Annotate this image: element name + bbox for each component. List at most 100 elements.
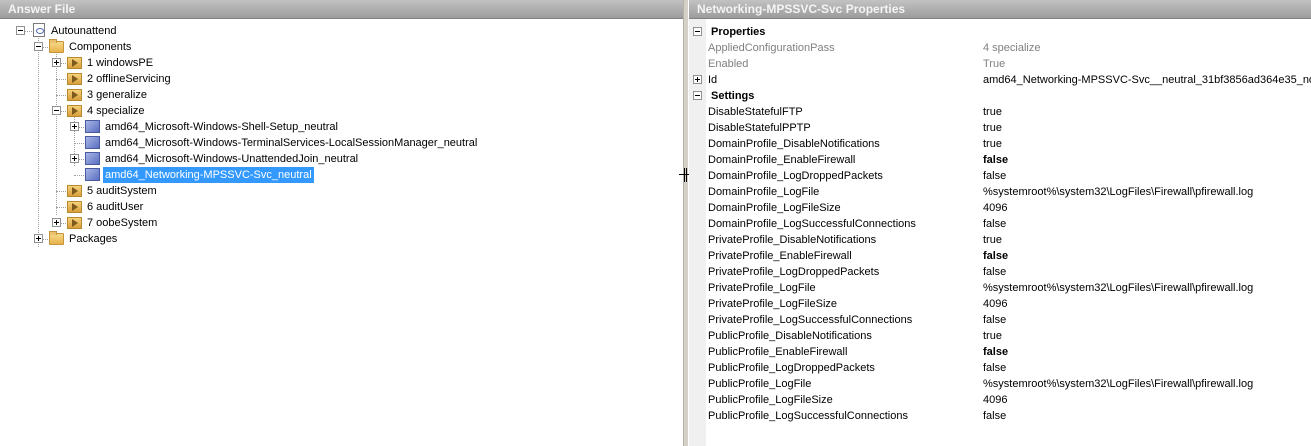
property-value[interactable]: false — [983, 264, 1311, 280]
pass-icon — [67, 89, 82, 101]
tree-node-label: 6 auditUser — [87, 201, 144, 213]
tree-node[interactable]: 4 specialize — [0, 103, 680, 119]
property-row[interactable]: PrivateProfile_LogFile %systemroot%\syste… — [689, 280, 1311, 296]
property-value[interactable]: %systemroot%\system32\LogFiles\Firewall\… — [983, 184, 1311, 200]
property-value[interactable]: 4096 — [983, 392, 1311, 408]
property-value[interactable]: false — [983, 360, 1311, 376]
collapse-icon[interactable] — [52, 106, 61, 115]
property-value[interactable]: true — [983, 328, 1311, 344]
property-value[interactable]: %systemroot%\system32\LogFiles\Firewall\… — [983, 280, 1311, 296]
property-row[interactable]: PublicProfile_EnableFirewall false — [689, 344, 1311, 360]
pass-icon — [67, 73, 82, 85]
collapse-icon[interactable] — [34, 42, 43, 51]
property-row[interactable]: Enabled True — [689, 56, 1311, 72]
property-row[interactable]: DomainProfile_EnableFirewall false — [689, 152, 1311, 168]
category-settings[interactable]: Settings — [689, 88, 1311, 104]
property-row[interactable]: DomainProfile_LogFile %systemroot%\system… — [689, 184, 1311, 200]
property-value[interactable]: false — [983, 408, 1311, 424]
property-row[interactable]: PublicProfile_LogFileSize 4096 — [689, 392, 1311, 408]
tree-node[interactable]: amd64_Microsoft-Windows-TerminalServices… — [0, 135, 680, 151]
property-value[interactable]: True — [983, 56, 1311, 72]
tree-node-label: 3 generalize — [87, 89, 147, 101]
tree-node[interactable]: amd64_Microsoft-Windows-Shell-Setup_neut… — [0, 119, 680, 135]
tree-node-label: 4 specialize — [87, 105, 145, 117]
property-row[interactable]: PublicProfile_LogDroppedPackets false — [689, 360, 1311, 376]
folder-icon — [49, 231, 64, 245]
tree-node-label: 7 oobeSystem — [87, 217, 158, 229]
property-row[interactable]: PrivateProfile_LogSuccessfulConnections f… — [689, 312, 1311, 328]
property-name: PublicProfile_LogFile — [708, 378, 812, 390]
component-icon — [85, 136, 100, 149]
expand-icon[interactable] — [693, 75, 702, 84]
tree-node-label: 5 auditSystem — [87, 185, 157, 197]
property-name: DomainProfile_LogFile — [708, 186, 820, 198]
tree-node[interactable]: 3 generalize — [0, 87, 680, 103]
property-value[interactable]: true — [983, 136, 1311, 152]
tree-node[interactable]: Autounattend — [0, 23, 680, 39]
property-name: PrivateProfile_LogFile — [708, 282, 816, 294]
property-value[interactable]: %systemroot%\system32\LogFiles\Firewall\… — [983, 376, 1311, 392]
property-value[interactable]: true — [983, 120, 1311, 136]
collapse-icon[interactable] — [693, 27, 702, 36]
property-row[interactable]: DisableStatefulFTP true — [689, 104, 1311, 120]
expand-icon[interactable] — [52, 58, 61, 67]
answer-file-tree[interactable]: Autounattend Components 1 windowsPE 2 offli… — [0, 19, 683, 446]
property-name: PrivateProfile_LogDroppedPackets — [708, 266, 880, 278]
property-row[interactable]: Id amd64_Networking-MPSSVC-Svc__neutral_3… — [689, 72, 1311, 88]
property-value[interactable]: 4096 — [983, 296, 1311, 312]
tree-node[interactable]: amd64_Microsoft-Windows-UnattendedJoin_n… — [0, 151, 680, 167]
property-value[interactable]: false — [983, 312, 1311, 328]
property-value[interactable]: false — [983, 344, 1311, 360]
property-value[interactable]: false — [983, 248, 1311, 264]
property-row[interactable]: PrivateProfile_LogDroppedPackets false — [689, 264, 1311, 280]
tree-node-label: Autounattend — [51, 25, 117, 37]
property-row[interactable]: DisableStatefulPPTP true — [689, 120, 1311, 136]
property-row[interactable]: AppliedConfigurationPass 4 specialize — [689, 40, 1311, 56]
property-row[interactable]: PrivateProfile_LogFileSize 4096 — [689, 296, 1311, 312]
component-icon — [85, 120, 100, 133]
expand-icon[interactable] — [52, 218, 61, 227]
property-value[interactable]: true — [983, 232, 1311, 248]
property-row[interactable]: DomainProfile_LogSuccessfulConnections fa… — [689, 216, 1311, 232]
property-value[interactable]: true — [983, 104, 1311, 120]
category-properties[interactable]: Properties — [689, 24, 1311, 40]
tree-node[interactable]: Packages — [0, 231, 680, 247]
file-icon — [33, 23, 45, 37]
tree-node-label: Components — [69, 41, 132, 53]
property-row[interactable]: PublicProfile_LogSuccessfulConnections fa… — [689, 408, 1311, 424]
property-value[interactable]: false — [983, 152, 1311, 168]
property-row[interactable]: PrivateProfile_DisableNotifications true — [689, 232, 1311, 248]
property-name: PublicProfile_EnableFirewall — [708, 346, 848, 358]
expand-icon[interactable] — [70, 154, 79, 163]
tree-node[interactable]: 7 oobeSystem — [0, 215, 680, 231]
property-value[interactable]: false — [983, 168, 1311, 184]
folder-icon — [49, 39, 64, 53]
property-value[interactable]: 4 specialize — [983, 40, 1311, 56]
property-value[interactable]: 4096 — [983, 200, 1311, 216]
property-name: DomainProfile_LogSuccessfulConnections — [708, 218, 916, 230]
property-row[interactable]: PrivateProfile_EnableFirewall false — [689, 248, 1311, 264]
property-row[interactable]: DomainProfile_LogFileSize 4096 — [689, 200, 1311, 216]
tree-node[interactable]: 2 offlineServicing — [0, 71, 680, 87]
property-value[interactable]: amd64_Networking-MPSSVC-Svc__neutral_31b… — [983, 72, 1311, 88]
property-row[interactable]: DomainProfile_LogDroppedPackets false — [689, 168, 1311, 184]
property-row[interactable]: PublicProfile_LogFile %systemroot%\system… — [689, 376, 1311, 392]
expand-icon[interactable] — [70, 122, 79, 131]
collapse-icon[interactable] — [693, 91, 702, 100]
tree-node[interactable]: 5 auditSystem — [0, 183, 680, 199]
property-value[interactable]: false — [983, 216, 1311, 232]
tree-node[interactable]: amd64_Networking-MPSSVC-Svc_neutral — [0, 166, 680, 184]
property-name: DomainProfile_LogDroppedPackets — [708, 170, 883, 182]
property-row[interactable]: PublicProfile_DisableNotifications true — [689, 328, 1311, 344]
properties-pane: Networking-MPSSVC-Svc Properties Propert… — [689, 0, 1311, 446]
property-name: DomainProfile_EnableFirewall — [708, 154, 856, 166]
property-row[interactable]: DomainProfile_DisableNotifications true — [689, 136, 1311, 152]
properties-pane-title: Networking-MPSSVC-Svc Properties — [689, 0, 1311, 19]
tree-node[interactable]: Components — [0, 39, 680, 55]
tree-node-label: 1 windowsPE — [87, 57, 154, 69]
tree-node[interactable]: 6 auditUser — [0, 199, 680, 215]
expand-icon[interactable] — [34, 234, 43, 243]
collapse-icon[interactable] — [16, 26, 25, 35]
tree-node[interactable]: 1 windowsPE — [0, 55, 680, 71]
property-name: DomainProfile_LogFileSize — [708, 202, 841, 214]
